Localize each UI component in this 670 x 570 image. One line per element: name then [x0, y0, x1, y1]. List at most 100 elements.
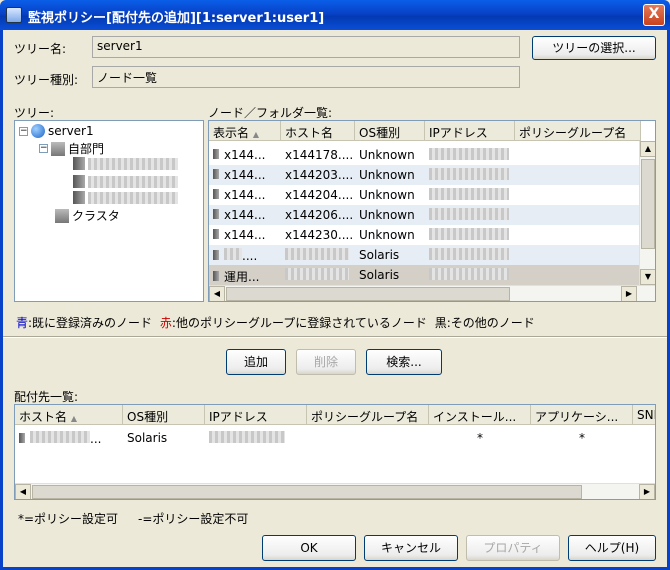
- table-row[interactable]: x144... x144230.... Unknown: [209, 225, 641, 245]
- node-list-hscroll[interactable]: ◀ ▶: [209, 285, 655, 301]
- help-button[interactable]: ヘルプ(H): [568, 535, 656, 561]
- cell-os-type: Unknown: [359, 208, 415, 222]
- node-list-table[interactable]: 表示名 ▲ ホスト名 OS種別 IPアドレス ポリシーグループ名 x144...…: [208, 120, 656, 302]
- tree-name-field: server1: [92, 36, 520, 58]
- legend-blue-key: 青: [16, 316, 29, 330]
- cell-display-name: x144...: [209, 205, 281, 225]
- column-os-type[interactable]: OS種別: [123, 405, 205, 425]
- redacted-ip: [429, 168, 509, 180]
- cell-display-name: x144...: [209, 145, 281, 165]
- cell-display-name: x144...: [209, 225, 281, 245]
- server-icon: [213, 250, 219, 260]
- cell-os-type: Solaris: [359, 268, 400, 282]
- table-row[interactable]: ... Solaris * *: [15, 428, 655, 448]
- dest-list-label: 配付先一覧:: [14, 390, 79, 404]
- column-ip-address[interactable]: IPアドレス: [205, 405, 307, 425]
- dest-list-table[interactable]: ホスト名 ▲ OS種別 IPアドレス ポリシーグループ名 インストール... ア…: [14, 404, 656, 500]
- redacted-ip: [429, 248, 509, 260]
- scroll-down-icon[interactable]: ▼: [640, 269, 655, 285]
- dest-list-hscroll[interactable]: ◀ ▶: [15, 483, 655, 499]
- cell-policy-group: [307, 428, 429, 448]
- cell-host-name: x144203....: [285, 168, 354, 182]
- table-row[interactable]: x144... x144203.... Unknown: [209, 165, 641, 185]
- scroll-left-icon[interactable]: ◀: [209, 286, 225, 301]
- cell-os-type: Unknown: [359, 228, 415, 242]
- cell-host-name: x144206....: [285, 208, 354, 222]
- node-list-vscroll[interactable]: ▲ ▼: [639, 141, 655, 285]
- remove-button[interactable]: 削除: [296, 349, 356, 375]
- window-title: 監視ポリシー[配付先の追加][1:server1:user1]: [28, 11, 325, 26]
- table-row[interactable]: x144... x144206.... Unknown: [209, 205, 641, 225]
- legend-blue-text: :既に登録済みのノード: [28, 316, 153, 330]
- redacted-host: [30, 431, 90, 443]
- column-policy-group[interactable]: ポリシーグループ名: [515, 121, 641, 141]
- cell-host-name: x144204....: [285, 188, 354, 202]
- scroll-right-icon[interactable]: ▶: [639, 484, 655, 499]
- scroll-up-icon[interactable]: ▲: [640, 141, 655, 157]
- column-display-name[interactable]: 表示名 ▲: [209, 121, 281, 141]
- dest-list-header: ホスト名 ▲ OS種別 IPアドレス ポリシーグループ名 インストール... ア…: [15, 405, 655, 425]
- search-button[interactable]: 検索...: [366, 349, 442, 375]
- table-row[interactable]: x144... x144178.... Unknown: [209, 145, 641, 165]
- redacted-name: [224, 248, 242, 260]
- table-row[interactable]: .... Solaris: [209, 245, 641, 265]
- table-row[interactable]: 運用... Solaris: [209, 265, 641, 285]
- redacted-name: [88, 191, 178, 204]
- tree-name-label: ツリー名:: [14, 42, 67, 56]
- properties-button[interactable]: プロパティ: [466, 535, 560, 561]
- column-install[interactable]: インストール...: [429, 405, 531, 425]
- cell-host-name: ...: [15, 428, 123, 448]
- cell-display-name: x144...: [209, 165, 281, 185]
- select-tree-button[interactable]: ツリーの選択...: [532, 36, 656, 60]
- note-not-settable: -=ポリシー設定不可: [138, 512, 249, 526]
- tree-root[interactable]: − server1: [19, 124, 94, 138]
- column-application[interactable]: アプリケーシ...: [531, 405, 633, 425]
- cell-ip-address: [425, 265, 515, 285]
- section-divider: [3, 336, 667, 338]
- app-icon: [6, 7, 22, 23]
- cell-ip-address: [425, 165, 515, 185]
- scroll-right-icon[interactable]: ▶: [621, 286, 637, 301]
- color-legend: 青:既に登録済みのノード 赤:他のポリシーグループに登録されているノード 黒:そ…: [16, 314, 535, 331]
- tree-node-item[interactable]: [73, 157, 178, 170]
- legend-red-text: :他のポリシーグループに登録されているノード: [171, 316, 427, 330]
- tree-cluster[interactable]: クラスタ: [55, 207, 120, 224]
- server-icon: [213, 229, 219, 239]
- add-button[interactable]: 追加: [226, 349, 286, 375]
- cell-ip-address: [425, 245, 515, 265]
- cell-ip-address: [425, 145, 515, 165]
- tree-node-item[interactable]: [73, 191, 178, 204]
- column-os-type[interactable]: OS種別: [355, 121, 425, 141]
- cell-os-type: Unknown: [359, 168, 415, 182]
- ok-button[interactable]: OK: [262, 535, 356, 561]
- collapse-icon[interactable]: −: [39, 144, 48, 153]
- redacted-ip: [429, 188, 509, 200]
- cell-host-name: x144230....: [285, 228, 354, 242]
- cell-host-name: x144178....: [285, 148, 354, 162]
- collapse-icon[interactable]: −: [19, 126, 28, 136]
- cancel-button[interactable]: キャンセル: [364, 535, 458, 561]
- cell-os-type: Solaris: [127, 431, 168, 445]
- node-list-label: ノード／フォルダ一覧:: [208, 106, 333, 120]
- close-button[interactable]: X: [643, 4, 665, 26]
- scroll-thumb[interactable]: [32, 485, 582, 499]
- tree-department[interactable]: − 自部門: [39, 140, 104, 157]
- scroll-left-icon[interactable]: ◀: [15, 484, 31, 499]
- column-host-name[interactable]: ホスト名: [281, 121, 355, 141]
- cell-host-name: [281, 245, 355, 265]
- column-host-name[interactable]: ホスト名 ▲: [15, 405, 123, 425]
- column-policy-group[interactable]: ポリシーグループ名: [307, 405, 429, 425]
- scroll-thumb[interactable]: [641, 159, 655, 249]
- tree-node-item[interactable]: [73, 175, 178, 188]
- legend-red-key: 赤: [159, 316, 172, 330]
- table-row[interactable]: x144... x144204.... Unknown: [209, 185, 641, 205]
- redacted-ip: [429, 228, 509, 240]
- server-icon: [73, 191, 85, 204]
- column-ip-address[interactable]: IPアドレス: [425, 121, 515, 141]
- cell-ip-address: [425, 185, 515, 205]
- scroll-thumb[interactable]: [226, 287, 510, 301]
- tree-panel[interactable]: − server1 − 自部門 クラスタ: [14, 120, 204, 302]
- redacted-host: [285, 268, 349, 280]
- column-snmp[interactable]: SNMP: [633, 405, 655, 425]
- server-icon: [213, 149, 219, 159]
